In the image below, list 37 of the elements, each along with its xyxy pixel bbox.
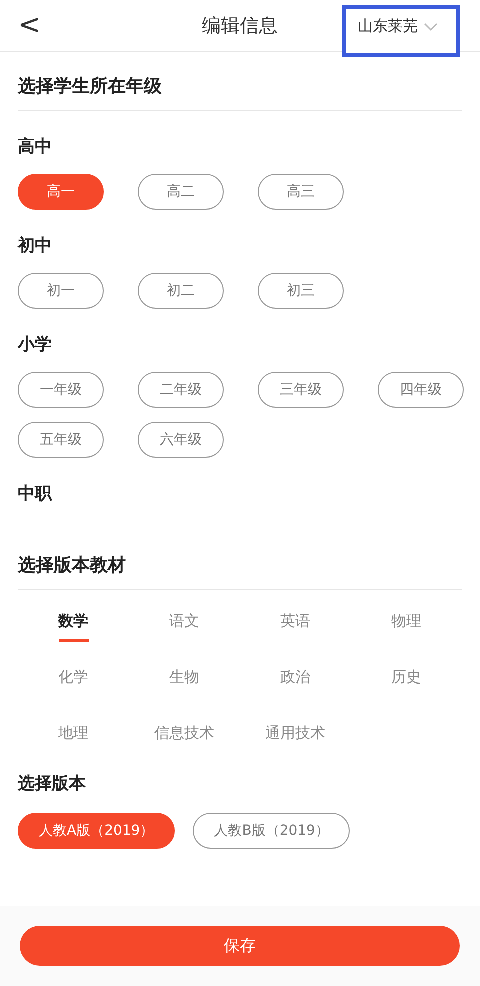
- section-title: 选择学生所在年级: [18, 52, 462, 111]
- group-title: 初中: [18, 235, 53, 257]
- group-title: 中职: [18, 483, 54, 505]
- subject-tab[interactable]: 信息技术: [154, 720, 214, 754]
- grade-chip[interactable]: 高一: [18, 174, 104, 210]
- grade-chip[interactable]: 初一: [18, 273, 104, 309]
- group-title: 高中: [18, 136, 53, 158]
- grade-chip[interactable]: 二年级: [138, 372, 224, 408]
- subject-tab[interactable]: 物理: [392, 608, 422, 642]
- group-title: 小学: [18, 334, 53, 356]
- subject-tab[interactable]: 通用技术: [266, 720, 326, 754]
- subject-tab[interactable]: 英语: [280, 608, 310, 642]
- subject-tab[interactable]: 语文: [170, 608, 200, 642]
- page-title: 编辑信息: [202, 14, 278, 38]
- version-chip[interactable]: 人教B版（2019）: [193, 813, 350, 849]
- grade-chip[interactable]: 五年级: [18, 422, 104, 458]
- section-title: 选择版本教材: [18, 531, 462, 590]
- subject-tab[interactable]: 生物: [170, 664, 200, 698]
- grade-chip[interactable]: 高二: [138, 174, 224, 210]
- subject-tab[interactable]: 化学: [58, 664, 88, 698]
- grade-chip[interactable]: 初二: [138, 273, 224, 309]
- subject-tab[interactable]: 地理: [58, 720, 88, 754]
- grade-chip[interactable]: 四年级: [378, 372, 464, 408]
- grade-chip[interactable]: 初三: [258, 273, 344, 309]
- save-button[interactable]: 保存: [20, 926, 460, 966]
- subject-tab[interactable]: 历史: [392, 664, 422, 698]
- grade-chip[interactable]: 一年级: [18, 372, 104, 408]
- grade-chip[interactable]: 三年级: [258, 372, 344, 408]
- region-selector[interactable]: 山东莱芜: [342, 5, 460, 57]
- version-chip[interactable]: 人教A版（2019）: [18, 813, 176, 849]
- grade-chip[interactable]: 高三: [258, 174, 344, 210]
- subject-tab[interactable]: 数学: [58, 608, 88, 642]
- chevron-down-icon: [424, 23, 438, 32]
- back-button[interactable]: <: [12, 8, 48, 41]
- subject-tab[interactable]: 政治: [280, 664, 310, 698]
- grade-chip[interactable]: 六年级: [138, 422, 224, 458]
- section-title: 选择版本: [18, 773, 87, 795]
